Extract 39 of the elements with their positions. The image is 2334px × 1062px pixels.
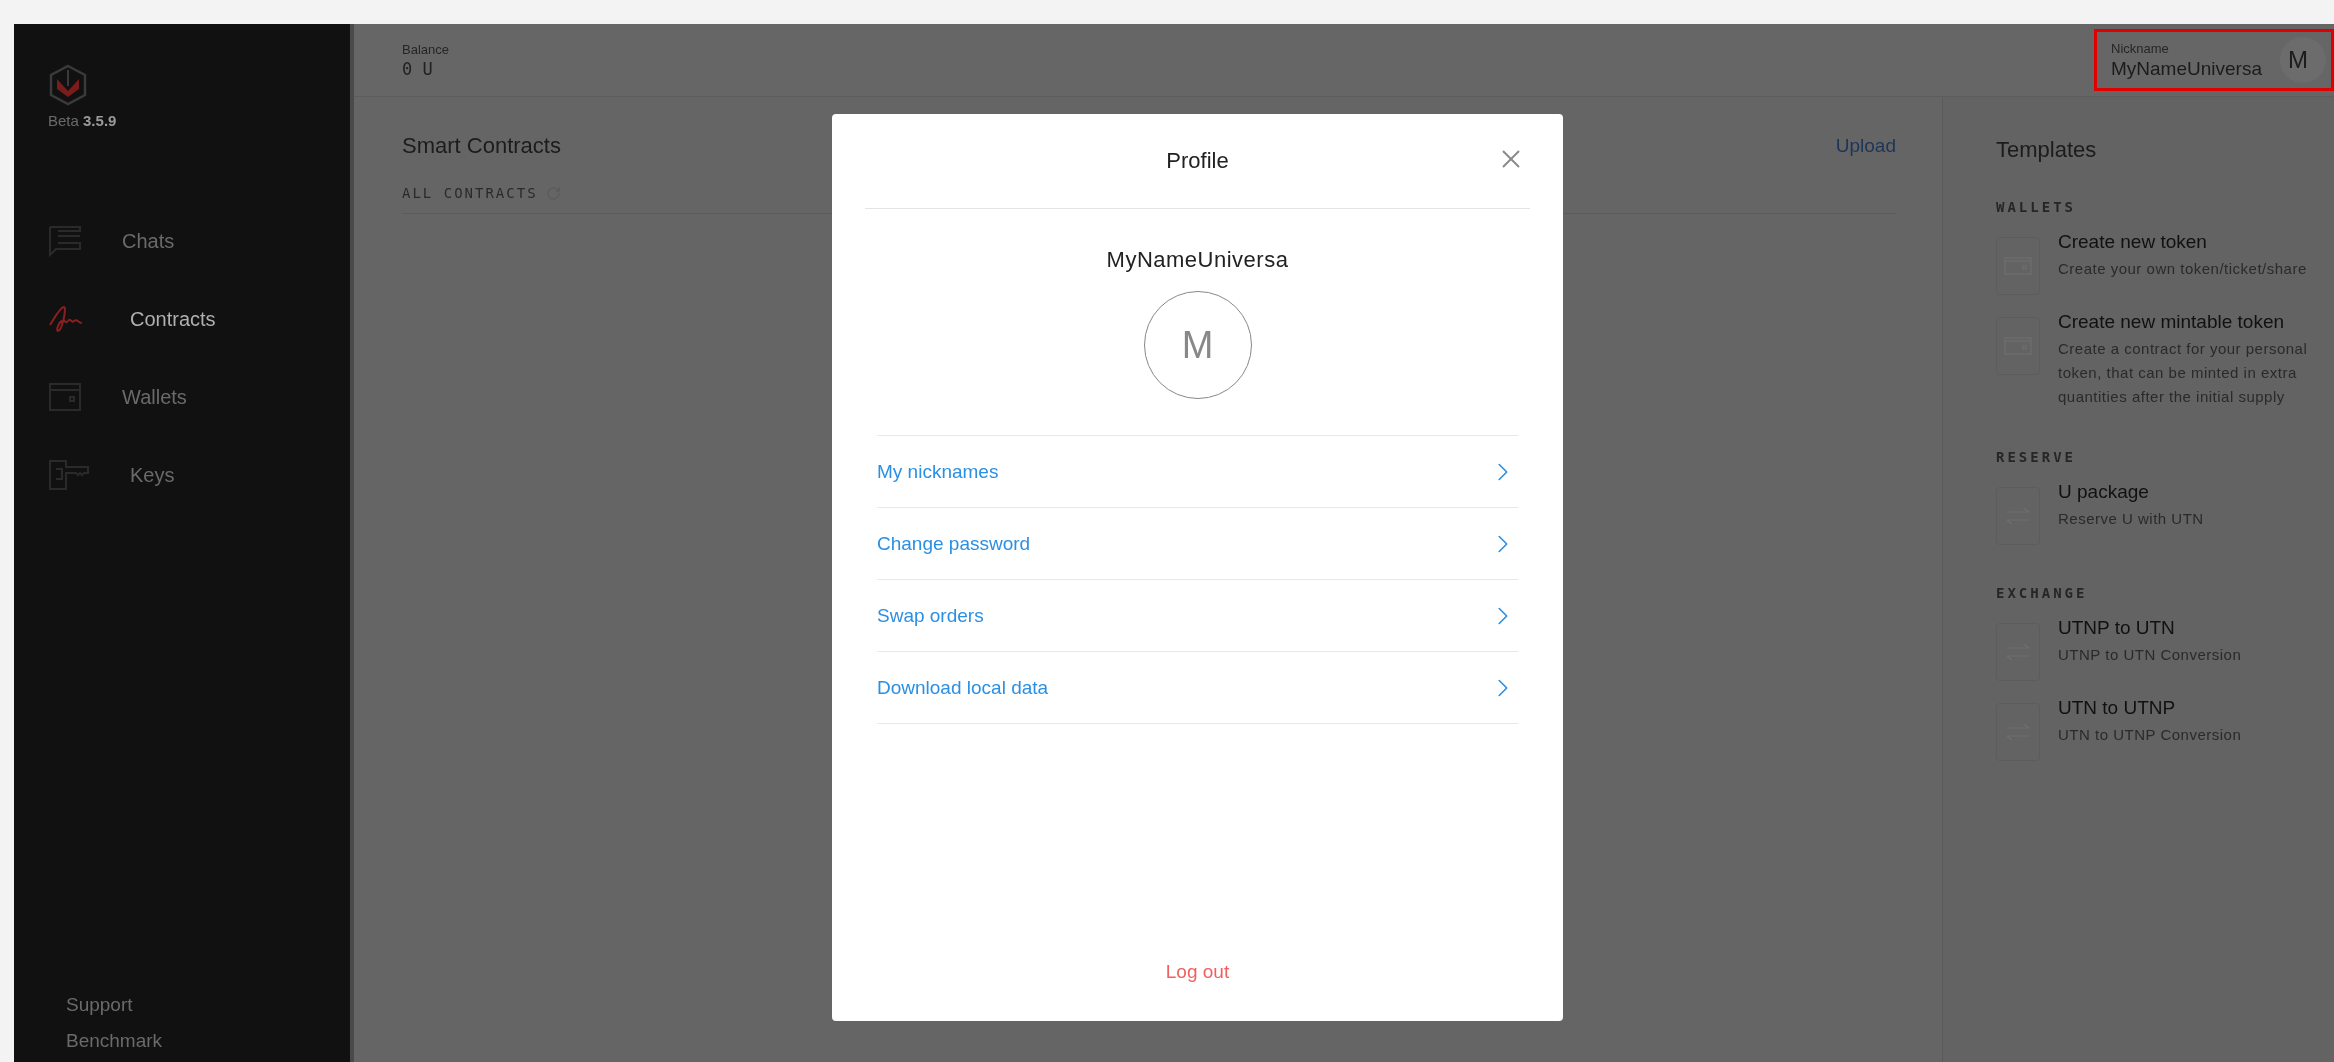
template-title[interactable]: UTNP to UTN bbox=[2058, 617, 2314, 639]
template-description: UTN to UTNP Conversion bbox=[2058, 725, 2243, 745]
version-label: Beta 3.5.9 bbox=[48, 112, 118, 129]
footer-link[interactable]: Support bbox=[66, 994, 350, 1016]
nav-item[interactable]: Keys bbox=[14, 436, 350, 514]
wallet-icon bbox=[48, 382, 82, 412]
section-heading: WALLETS bbox=[1996, 199, 2077, 215]
template-title[interactable]: UTN to UTNP bbox=[2058, 697, 2314, 719]
contracts-tab[interactable]: ALL CONTRACTS bbox=[402, 185, 561, 201]
nav-item[interactable]: Wallets bbox=[14, 358, 350, 436]
nickname: MyNameUniversa bbox=[2111, 57, 2262, 80]
key-icon bbox=[48, 459, 90, 491]
balance-value: 0 U bbox=[402, 58, 434, 79]
nav-item[interactable]: Contracts bbox=[14, 280, 350, 358]
panel-title: Templates bbox=[1996, 137, 2098, 163]
template-description: Create your own token/ticket/share bbox=[2058, 259, 2308, 279]
nickname-label: Nickname bbox=[2111, 40, 2170, 56]
menu-item[interactable]: Change password bbox=[877, 508, 1518, 580]
avatar[interactable]: M bbox=[2280, 37, 2326, 83]
chat-icon bbox=[48, 225, 82, 257]
template-title[interactable]: Create new token bbox=[2058, 231, 2314, 253]
template-description: UTNP to UTN Conversion bbox=[2058, 645, 2243, 665]
template-description: Reserve U with UTN bbox=[2058, 509, 2205, 529]
section-heading: EXCHANGE bbox=[1996, 585, 2089, 601]
dialog-title: Profile bbox=[1166, 148, 1229, 174]
menu-item[interactable]: My nicknames bbox=[877, 436, 1518, 508]
menu-item[interactable]: Swap orders bbox=[877, 580, 1518, 652]
footer-link[interactable]: Benchmark bbox=[66, 1030, 350, 1052]
logo-icon bbox=[48, 64, 88, 106]
username: MyNameUniversa bbox=[1106, 247, 1289, 273]
nav-item[interactable]: Chats bbox=[14, 202, 350, 280]
template-title[interactable]: Create new mintable token bbox=[2058, 311, 2314, 333]
section-heading: RESERVE bbox=[1996, 449, 2077, 465]
menu-item[interactable]: Download local data bbox=[877, 652, 1518, 724]
upload-link[interactable]: Upload bbox=[1835, 135, 1896, 157]
logout-link[interactable]: Log out bbox=[1165, 961, 1230, 983]
page-title: Smart Contracts bbox=[402, 133, 561, 159]
template-title[interactable]: U package bbox=[2058, 481, 2314, 503]
balance-label: Balance bbox=[402, 41, 449, 57]
